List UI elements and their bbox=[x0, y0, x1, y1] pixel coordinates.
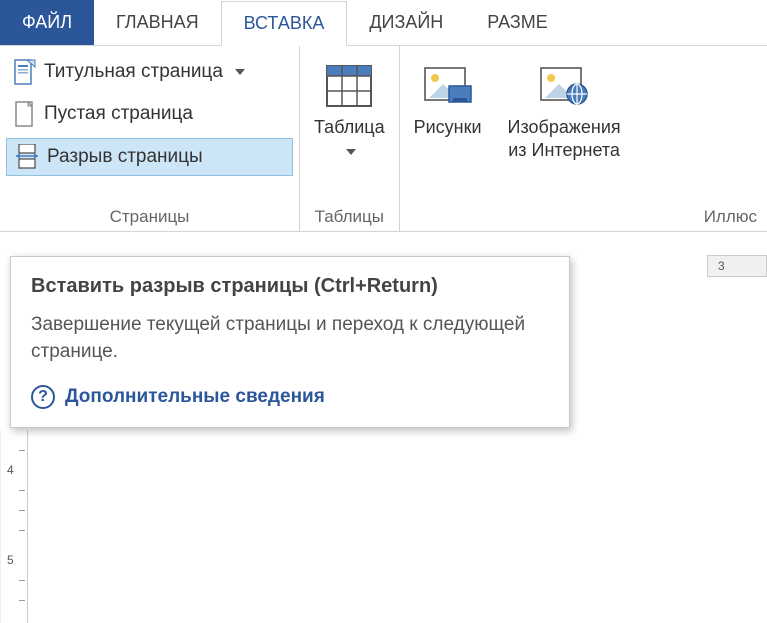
online-pictures-button[interactable]: Изображения из Интернета bbox=[500, 54, 629, 165]
ribbon: Титульная страница Пустая страница bbox=[0, 46, 767, 232]
page-break-icon bbox=[15, 144, 39, 170]
dropdown-caret-icon bbox=[346, 149, 356, 155]
cover-page-label: Титульная страница bbox=[44, 61, 223, 83]
group-illustrations: Рисунки Изображения из Инт bbox=[400, 46, 767, 231]
table-label: Таблица bbox=[314, 117, 385, 137]
pictures-icon bbox=[420, 60, 476, 112]
online-pictures-label-2: из Интернета bbox=[508, 140, 620, 160]
tab-insert[interactable]: ВСТАВКА bbox=[221, 1, 348, 46]
cover-page-icon bbox=[14, 59, 36, 85]
blank-page-label: Пустая страница bbox=[44, 103, 193, 125]
page-break-label: Разрыв страницы bbox=[47, 146, 203, 168]
ruler-h-mark: 3 bbox=[718, 259, 725, 273]
group-pages-label: Страницы bbox=[6, 205, 293, 227]
group-pages: Титульная страница Пустая страница bbox=[0, 46, 300, 231]
tab-file[interactable]: ФАЙЛ bbox=[0, 0, 94, 45]
cover-page-button[interactable]: Титульная страница bbox=[6, 54, 293, 90]
tooltip-panel: Вставить разрыв страницы (Ctrl+Return) З… bbox=[10, 256, 570, 428]
tab-design[interactable]: ДИЗАЙН bbox=[347, 0, 465, 45]
online-pictures-icon bbox=[536, 60, 592, 112]
group-illustrations-label: Иллюс bbox=[406, 205, 761, 227]
group-tables: Таблица Таблицы bbox=[300, 46, 400, 231]
tab-layout[interactable]: РАЗМЕ bbox=[465, 0, 569, 45]
ruler-v-mark-4: 4 bbox=[7, 463, 14, 477]
tab-home[interactable]: ГЛАВНАЯ bbox=[94, 0, 221, 45]
group-tables-label: Таблицы bbox=[306, 205, 393, 227]
blank-page-button[interactable]: Пустая страница bbox=[6, 96, 293, 132]
pictures-button[interactable]: Рисунки bbox=[406, 54, 490, 141]
horizontal-ruler: 3 bbox=[707, 255, 767, 277]
table-button[interactable]: Таблица bbox=[306, 54, 393, 165]
vertical-ruler: 4 5 bbox=[0, 430, 28, 623]
help-icon: ? bbox=[31, 385, 55, 409]
tooltip-description: Завершение текущей страницы и переход к … bbox=[31, 312, 549, 365]
blank-page-icon bbox=[14, 101, 36, 127]
document-area[interactable] bbox=[28, 430, 767, 623]
ruler-v-mark-5: 5 bbox=[7, 553, 14, 567]
table-icon bbox=[321, 60, 377, 112]
tooltip-more-info-label: Дополнительные сведения bbox=[65, 386, 325, 408]
dropdown-caret-icon bbox=[235, 69, 245, 75]
tooltip-title: Вставить разрыв страницы (Ctrl+Return) bbox=[31, 275, 549, 298]
ribbon-tabs: ФАЙЛ ГЛАВНАЯ ВСТАВКА ДИЗАЙН РАЗМЕ bbox=[0, 0, 767, 46]
pictures-label: Рисунки bbox=[414, 116, 482, 139]
tooltip-more-info-link[interactable]: ? Дополнительные сведения bbox=[31, 385, 549, 409]
page-break-button[interactable]: Разрыв страницы bbox=[6, 138, 293, 176]
online-pictures-label-1: Изображения bbox=[508, 117, 621, 137]
